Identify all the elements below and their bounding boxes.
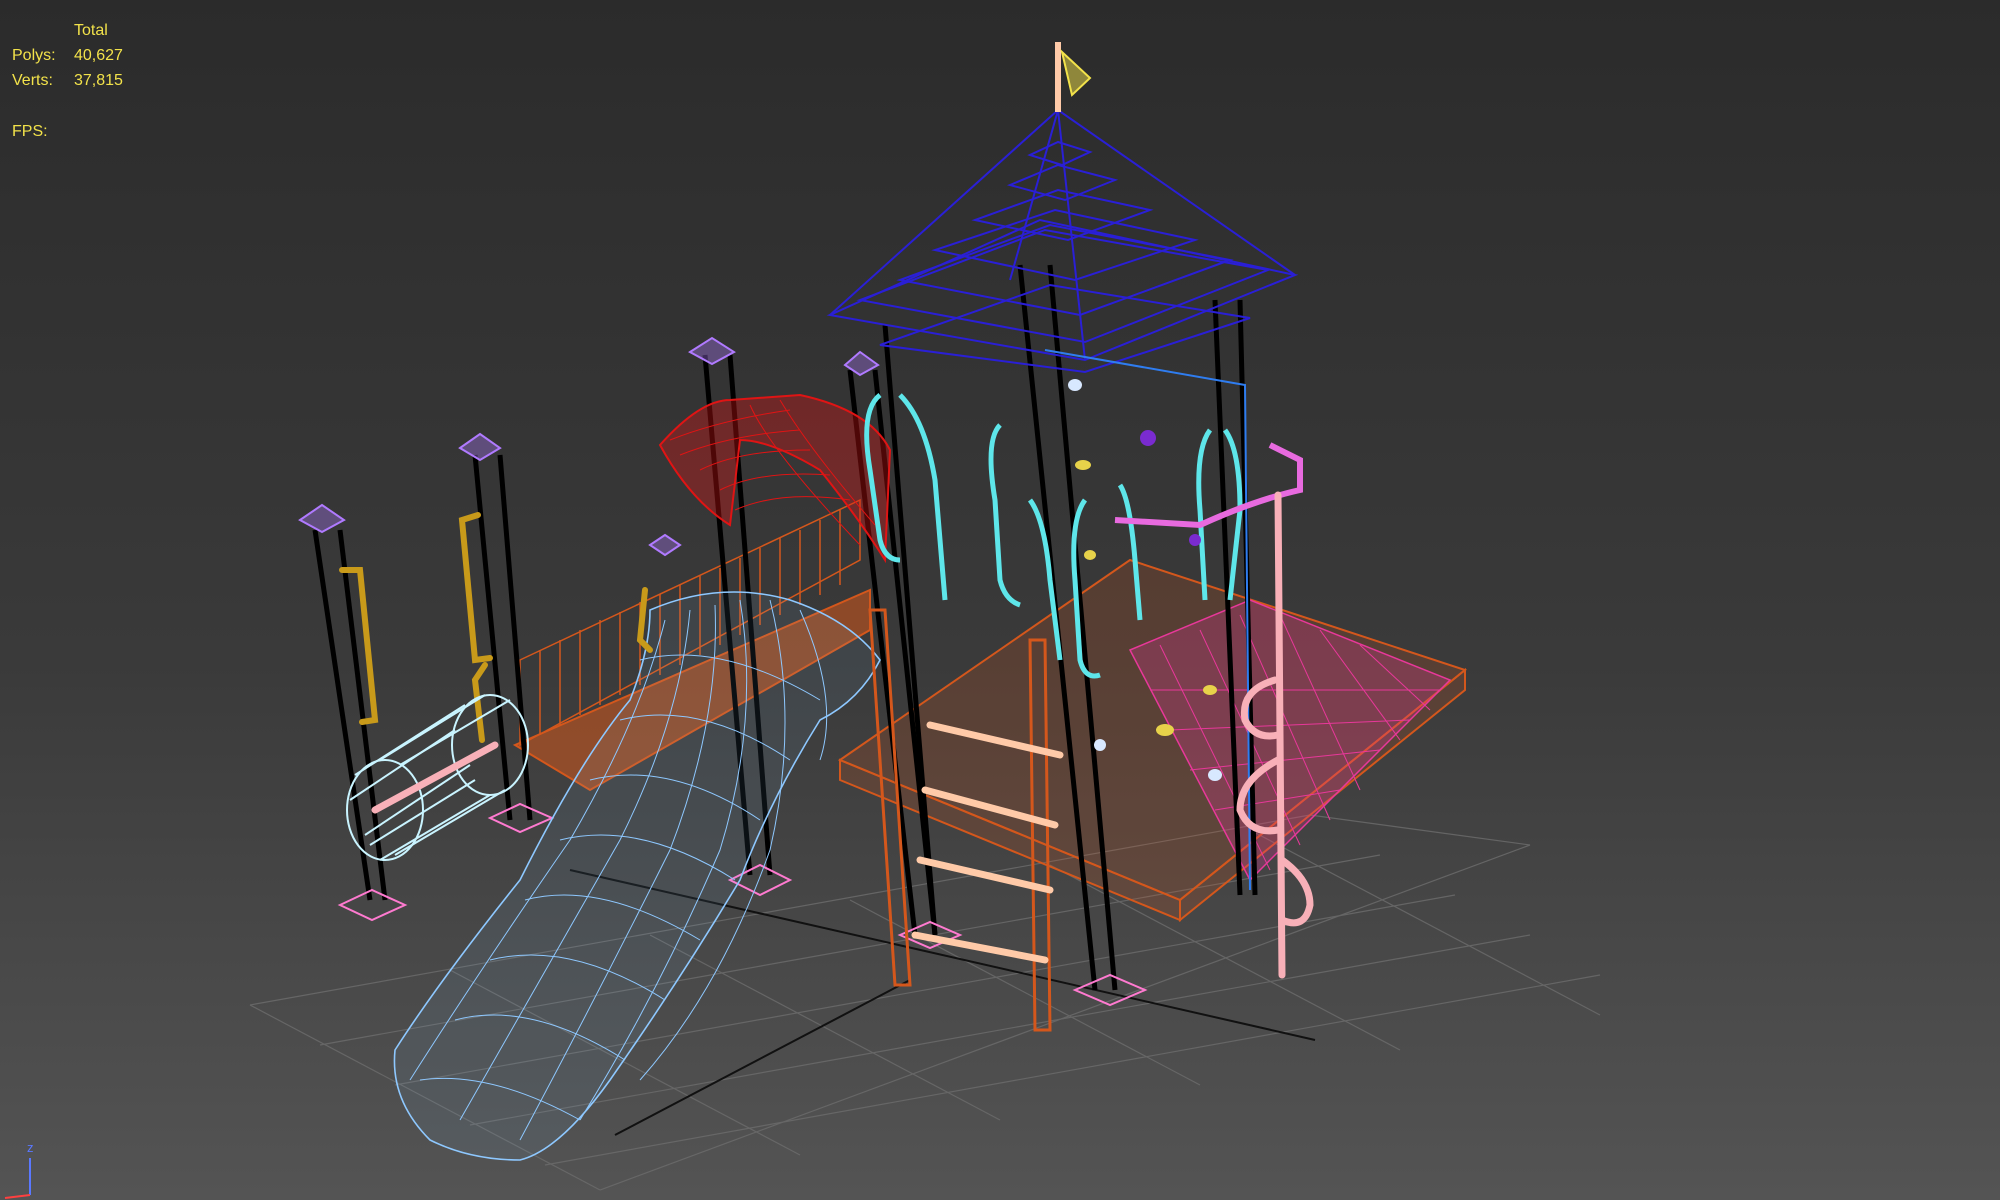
viewport-3d[interactable] [0, 0, 2000, 1200]
viewport-statistics: Total Polys: 40,627 Verts: 37,815 FPS: [12, 18, 123, 144]
axis-z-label: z [27, 1140, 34, 1155]
verts-value: 37,815 [74, 72, 123, 89]
verts-label: Verts: [12, 72, 53, 89]
magenta-handlebar [1114, 442, 1303, 529]
roof-flag [1055, 42, 1092, 112]
stats-header: Total [74, 22, 108, 39]
tube-axle [371, 741, 499, 814]
polys-label: Polys: [12, 47, 56, 64]
slide-hood [658, 393, 892, 564]
slide [393, 591, 881, 1161]
polys-value: 40,627 [74, 47, 123, 64]
tower-roof [826, 109, 1299, 374]
fps-label: FPS: [12, 123, 48, 140]
